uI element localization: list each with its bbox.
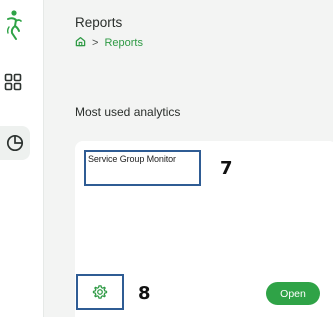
pie-chart-icon [6, 134, 24, 152]
open-button[interactable]: Open [266, 282, 320, 305]
home-icon[interactable] [75, 36, 86, 50]
card-title: Service Group Monitor [84, 150, 201, 186]
section-title: Most used analytics [75, 105, 181, 119]
card-settings-button[interactable] [76, 274, 124, 310]
breadcrumb-current[interactable]: Reports [104, 37, 143, 49]
gear-icon [92, 285, 108, 299]
page-title: Reports [75, 15, 123, 30]
sidebar-item-reports[interactable] [0, 126, 30, 160]
breadcrumb: > Reports [75, 36, 143, 50]
app: Reports > Reports Most used analytics Se… [0, 0, 333, 317]
sidebar [0, 0, 44, 317]
grid-icon [4, 73, 22, 91]
sidebar-item-dashboard[interactable] [4, 73, 22, 91]
callout-marker-7: 7 [220, 158, 233, 179]
analytics-card: Service Group Monitor 7 8 Open [75, 141, 333, 317]
runner-logo-icon[interactable] [3, 9, 23, 43]
breadcrumb-separator: > [92, 37, 99, 49]
callout-marker-8: 8 [138, 283, 151, 304]
main-content: Reports > Reports Most used analytics Se… [44, 0, 333, 317]
